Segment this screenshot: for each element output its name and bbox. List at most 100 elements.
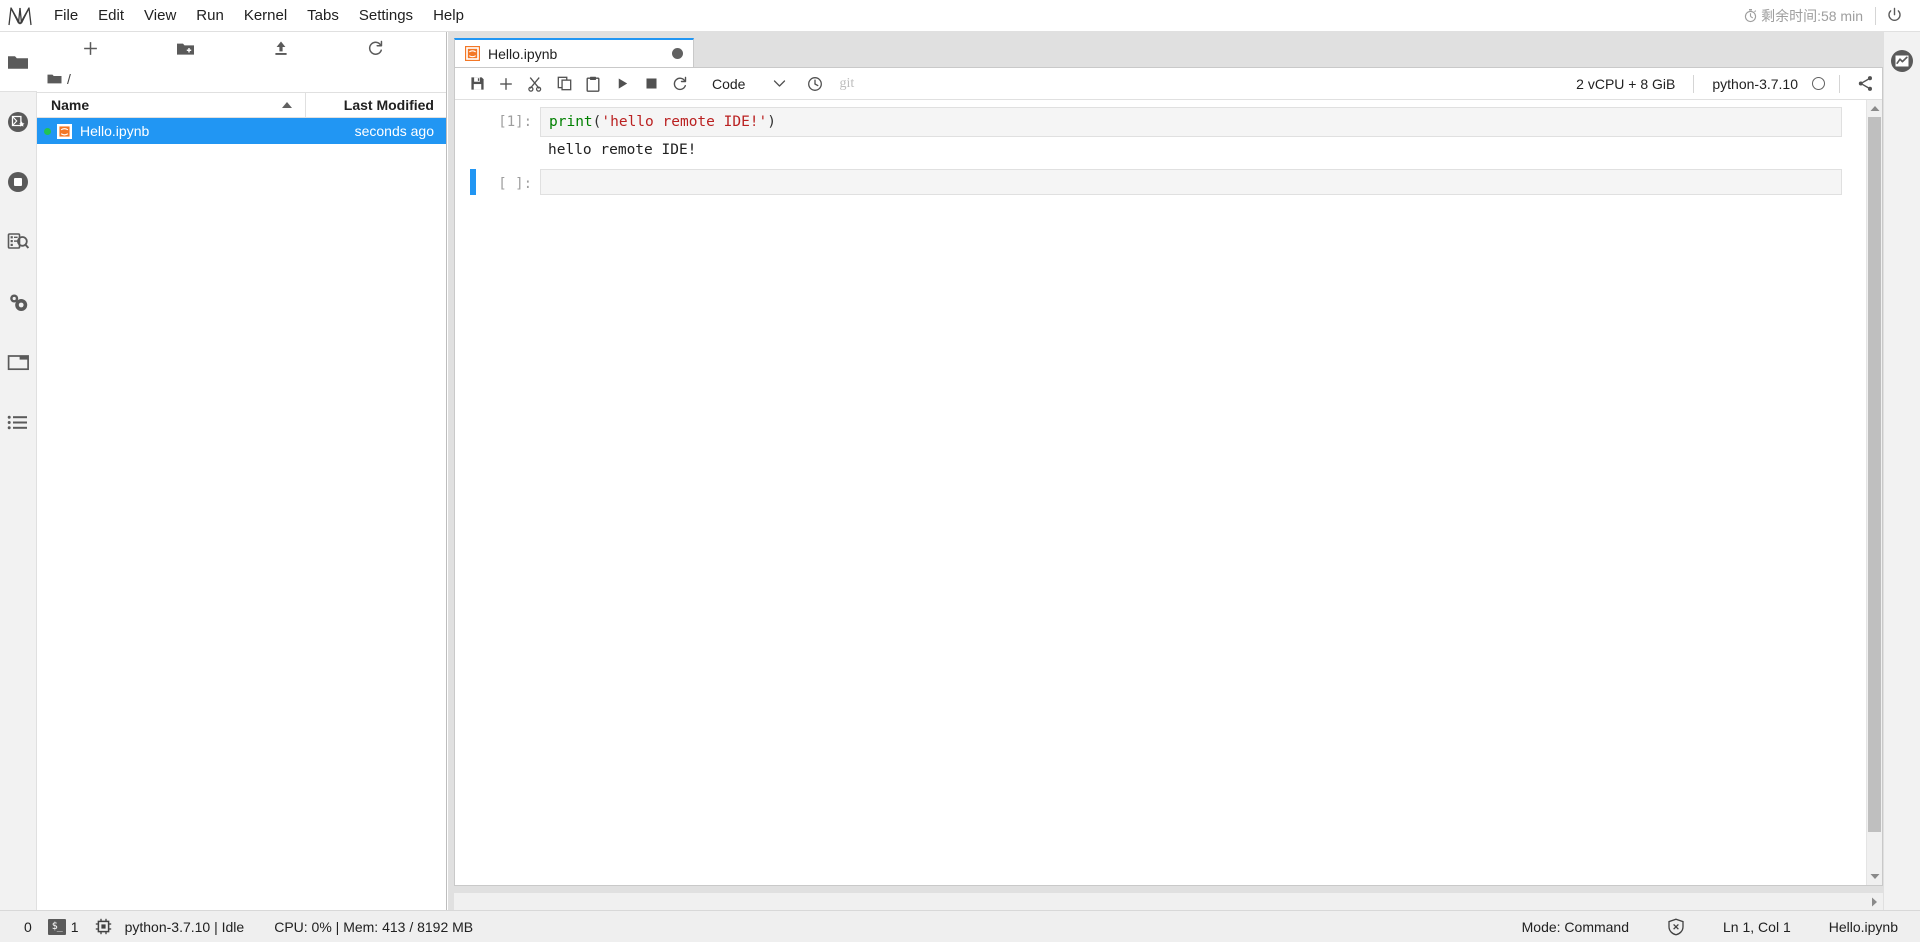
sidebar-item-table-of-contents[interactable]	[0, 392, 37, 452]
right-activity-bar	[1883, 32, 1920, 910]
gears-icon	[9, 294, 27, 311]
cell-output: hello remote IDE!	[548, 142, 697, 158]
shield-x-icon	[1668, 918, 1684, 935]
file-list-item-hello-ipynb[interactable]: Hello.ipynb seconds ago	[37, 118, 446, 144]
status-diagnostics[interactable]	[1659, 914, 1693, 940]
cell-prompt: [ ]:	[498, 176, 532, 192]
copy-cells-button[interactable]	[550, 71, 578, 97]
status-active-file-value: Hello.ipynb	[1828, 918, 1898, 935]
jupyter-logo[interactable]	[0, 0, 40, 31]
scrollbar-right-button[interactable]	[1865, 893, 1883, 911]
plus-icon	[84, 42, 97, 55]
notebook-icon	[57, 123, 72, 139]
chart-circle-icon	[1891, 50, 1913, 72]
toolbar-divider	[1839, 74, 1840, 93]
notebook-cell-1[interactable]: [1]: print('hello remote IDE!') hello re…	[455, 107, 1866, 165]
sidebar-item-file-browser[interactable]	[0, 32, 37, 92]
cell-input-row: [1]: print('hello remote IDE!')	[455, 107, 1866, 137]
cut-cells-button[interactable]	[521, 71, 549, 97]
menu-items: File Edit View Run Kernel Tabs Settings …	[44, 0, 474, 31]
dock-horizontal-scrollbar[interactable]	[454, 892, 1883, 910]
kernel-name-label[interactable]: python-3.7.10	[1712, 76, 1798, 92]
menu-file[interactable]: File	[44, 0, 88, 31]
menubar-right-group: 剩余时间:58 min	[1743, 0, 1920, 31]
status-editor-mode[interactable]: Mode: Command	[1514, 914, 1637, 940]
status-active-file[interactable]: Hello.ipynb	[1821, 914, 1906, 940]
terminal-icon: $_	[47, 918, 66, 935]
new-launcher-button[interactable]	[43, 34, 138, 64]
status-editor-mode-value: Mode: Command	[1521, 918, 1630, 935]
insert-cell-button[interactable]	[492, 71, 520, 97]
git-toolbar-label[interactable]: git	[839, 76, 854, 92]
tab-hello-ipynb[interactable]: Hello.ipynb	[454, 38, 694, 67]
new-folder-button[interactable]	[138, 34, 233, 64]
status-kernel-state[interactable]: python-3.7.10 | Idle	[87, 914, 253, 940]
stop-circle-icon	[8, 172, 28, 192]
interrupt-kernel-button[interactable]	[637, 71, 665, 97]
file-browser-panel: / Name Last Modified Hello.ipynb seconds…	[37, 32, 447, 910]
status-cursor-position[interactable]: Ln 1, Col 1	[1715, 914, 1799, 940]
menu-settings[interactable]: Settings	[349, 0, 423, 31]
status-kernel-state-value: python-3.7.10 | Idle	[124, 918, 245, 935]
resource-spec-label: 2 vCPU + 8 GiB	[1576, 75, 1676, 92]
triangle-down-icon	[1870, 874, 1879, 879]
column-header-name[interactable]: Name	[37, 92, 306, 118]
menu-tabs[interactable]: Tabs	[297, 0, 349, 31]
menu-help[interactable]: Help	[423, 0, 474, 31]
scrollbar-down-button[interactable]	[1870, 868, 1880, 885]
restart-kernel-button[interactable]	[666, 71, 694, 97]
session-timer-label: 剩余时间:58 min	[1761, 7, 1863, 24]
notebook-toolbar: Code git 2 vCPU + 8 GiB python-3.7.10	[455, 68, 1882, 100]
status-kernel-count-value: 0	[24, 918, 32, 935]
sidebar-item-git-panel[interactable]	[0, 212, 37, 272]
tab-dirty-indicator[interactable]	[672, 48, 683, 59]
document-search-icon	[7, 232, 29, 249]
code-token-close-paren: )	[767, 114, 776, 130]
refresh-button[interactable]	[328, 34, 423, 64]
upload-files-button[interactable]	[233, 34, 328, 64]
power-button[interactable]	[1876, 0, 1912, 31]
scrollbar-up-button[interactable]	[1870, 100, 1880, 117]
menu-run[interactable]: Run	[186, 0, 234, 31]
paste-cells-button[interactable]	[579, 71, 607, 97]
sidebar-item-kernel-stop[interactable]	[0, 152, 37, 212]
folder-icon	[8, 55, 28, 69]
sidebar-item-running-sessions[interactable]	[0, 92, 37, 152]
toolbar-divider	[1693, 74, 1695, 93]
execution-history-button[interactable]	[801, 71, 829, 97]
status-bar-right-group: Mode: Command Ln 1, Col 1 Hello.ipynb	[1514, 914, 1920, 940]
scrollbar-track[interactable]	[1867, 117, 1883, 868]
window-icon	[7, 354, 29, 370]
status-resource-usage-value: CPU: 0% | Mem: 413 / 8192 MB	[274, 918, 474, 935]
share-notebook-button[interactable]	[1848, 71, 1882, 97]
sidebar-item-extension-manager[interactable]	[0, 272, 37, 332]
save-icon	[470, 77, 484, 90]
status-terminal-count[interactable]: $_ 1	[40, 914, 87, 940]
file-browser-column-headers: Name Last Modified	[37, 92, 446, 118]
clock-icon	[808, 76, 823, 91]
scrollbar-thumb[interactable]	[1867, 117, 1881, 832]
paste-icon	[586, 76, 600, 92]
sidebar-item-tab-manager[interactable]	[0, 332, 37, 392]
code-editor[interactable]	[540, 169, 1842, 195]
code-editor[interactable]: print('hello remote IDE!')	[540, 107, 1842, 137]
save-notebook-button[interactable]	[463, 71, 491, 97]
menu-kernel[interactable]: Kernel	[234, 0, 297, 31]
notebook-scrollbar[interactable]	[1866, 100, 1882, 885]
notebook-cell-list: [1]: print('hello remote IDE!') hello re…	[455, 100, 1866, 885]
cell-type-select[interactable]: Code	[705, 71, 792, 96]
file-list-item-name: Hello.ipynb	[80, 123, 150, 139]
column-header-last-modified[interactable]: Last Modified	[306, 92, 446, 118]
menu-view[interactable]: View	[134, 0, 186, 31]
menu-edit[interactable]: Edit	[88, 0, 134, 31]
run-cell-button[interactable]	[608, 71, 636, 97]
running-indicator-dot	[44, 127, 51, 135]
folder-icon	[47, 74, 62, 84]
code-token-function: print	[549, 114, 593, 130]
kernel-status-indicator[interactable]	[1812, 77, 1825, 90]
share-icon	[1858, 76, 1872, 91]
breadcrumb[interactable]: /	[37, 66, 446, 92]
notebook-cell-2[interactable]: [ ]:	[455, 169, 1866, 195]
status-kernel-count[interactable]: 0	[16, 914, 40, 940]
sidebar-item-resource-monitor[interactable]	[1884, 32, 1920, 90]
